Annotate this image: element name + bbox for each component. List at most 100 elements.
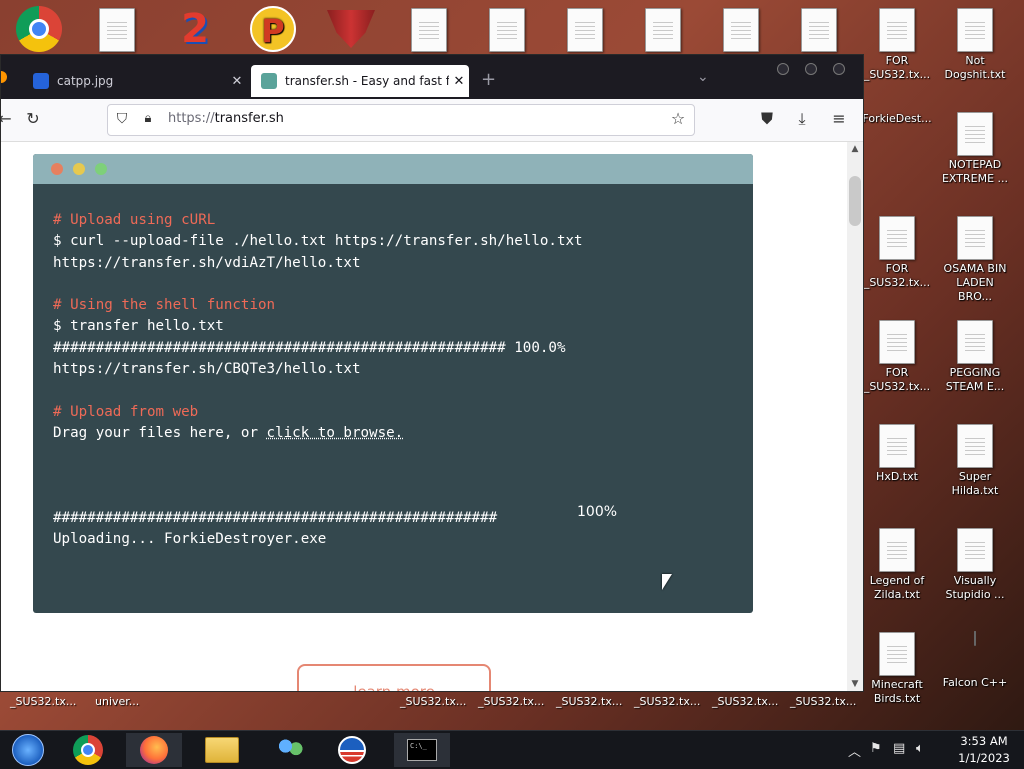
desktop-icon-label: Super Hilda.txt <box>951 470 999 497</box>
text-file-icon <box>957 112 993 156</box>
tab-transfer-sh[interactable]: transfer.sh - Easy and fast file ✕ <box>251 65 469 97</box>
desktop-icon-label: FOR _SUS32.tx... <box>863 54 931 81</box>
url-bar[interactable]: ⛉ 🔒︎ https://transfer.sh ☆ <box>107 104 695 136</box>
terminal-red-dot <box>51 163 63 175</box>
desktop-file-visually-stupidio[interactable]: Visually Stupidio ... <box>940 528 1010 602</box>
desktop-file-for-sus32-2[interactable]: FOR _SUS32.tx... <box>862 216 932 290</box>
text-file-icon[interactable] <box>784 8 854 54</box>
text-file-icon[interactable] <box>706 8 776 54</box>
text-file-icon <box>957 320 993 364</box>
text-file-icon <box>879 320 915 364</box>
text-file-icon[interactable] <box>550 8 620 54</box>
show-hidden-icons-chevron[interactable]: ︿ <box>848 741 861 760</box>
desktop-file-not-dogshit[interactable]: Not Dogshit.txt <box>940 8 1010 82</box>
text-file-icon[interactable] <box>472 8 542 54</box>
obama-logo-icon <box>338 736 366 764</box>
taskbar-people[interactable] <box>262 733 318 767</box>
terminal-yellow-dot <box>73 163 85 175</box>
number-2-icon[interactable]: 2 <box>160 6 230 54</box>
back-arrow-icon[interactable]: ← <box>1 109 15 129</box>
desktop-file-for-sus32-3[interactable]: FOR _SUS32.tx... <box>862 320 932 394</box>
scroll-down-icon[interactable]: ▼ <box>847 679 863 689</box>
tab-catpp[interactable]: catpp.jpg ✕ <box>23 65 247 97</box>
desktop-file-osama[interactable]: OSAMA BIN LADEN BRO... <box>940 216 1010 304</box>
desktop-icon-label[interactable]: _SUS32.tx... <box>634 695 700 708</box>
desktop-icon-label[interactable]: univer... <box>95 695 139 708</box>
list-tabs-chevron-icon[interactable]: ⌄ <box>697 69 709 85</box>
text-file-icon[interactable] <box>628 8 698 54</box>
terminal-line: ########################################… <box>53 339 566 356</box>
desktop-file-for-sus32-1[interactable]: FOR _SUS32.tx... <box>862 8 932 82</box>
text-file-icon <box>957 8 993 52</box>
scroll-up-icon[interactable]: ▲ <box>847 144 863 154</box>
download-icon[interactable]: ⤓ <box>792 109 812 129</box>
browse-link[interactable]: click to browse. <box>267 425 404 441</box>
start-button[interactable] <box>0 733 56 767</box>
taskbar-command-prompt[interactable]: C:\_ <box>394 733 450 767</box>
desktop-file-legend-of-zilda[interactable]: Legend of Zilda.txt <box>862 528 932 602</box>
taskbar-obama-app[interactable] <box>324 733 380 767</box>
scrollbar-thumb[interactable] <box>849 176 861 226</box>
desktop-icon-label: Visually Stupidio ... <box>945 574 1005 601</box>
desktop-icon-label[interactable]: _SUS32.tx... <box>400 695 466 708</box>
reload-icon[interactable]: ↻ <box>23 109 43 129</box>
desktop-icon-label[interactable]: _SUS32.tx... <box>10 695 76 708</box>
text-file-icon[interactable] <box>394 8 464 54</box>
new-tab-button[interactable]: + <box>481 69 496 90</box>
desktop-recycle-bin[interactable]: Falcon C++ <box>940 631 1010 690</box>
volume-icon[interactable]: 🔈︎ <box>916 741 924 756</box>
pocket-icon[interactable]: ⛊ <box>757 109 777 129</box>
close-window-button[interactable] <box>833 63 845 75</box>
desktop-file-notepad-extreme[interactable]: NOTEPAD EXTREME ... <box>940 112 1010 186</box>
desktop-icon-label: Legend of Zilda.txt <box>869 574 925 601</box>
minimize-button[interactable] <box>777 63 789 75</box>
desktop-icon-label: Not Dogshit.txt <box>944 54 1006 81</box>
maximize-button[interactable] <box>805 63 817 75</box>
desktop-icon-label[interactable]: _SUS32.tx... <box>790 695 856 708</box>
clock-time: 3:53 AM <box>960 734 1008 748</box>
menu-hamburger-icon[interactable]: ≡ <box>829 109 849 129</box>
shield-icon[interactable]: ⛉ <box>112 109 132 129</box>
desktop-icon-label[interactable]: _SUS32.tx... <box>712 695 778 708</box>
firefox-icon <box>140 736 168 764</box>
desktop-file-super-hilda[interactable]: Super Hilda.txt <box>940 424 1010 498</box>
file-explorer-icon <box>205 737 239 763</box>
terminal-spacer: ​ <box>53 466 583 487</box>
close-tab-icon[interactable]: ✕ <box>227 74 247 89</box>
text-file-icon <box>879 8 915 52</box>
p-icon[interactable]: P <box>238 6 308 54</box>
taskbar-firefox[interactable] <box>126 733 182 767</box>
desktop-icon-label[interactable]: _SUS32.tx... <box>556 695 622 708</box>
text-file-icon[interactable] <box>82 8 152 54</box>
desktop-file-minecraft-birds[interactable]: Minecraft Birds.txt <box>862 632 932 706</box>
action-center-flag-icon[interactable]: ⚑ <box>870 741 882 756</box>
desktop-icon-label: Falcon C++ <box>942 676 1008 689</box>
desktop-file-forkiedestroyer[interactable]: ForkieDest... <box>862 112 932 126</box>
taskbar-chrome[interactable] <box>60 733 116 767</box>
dropbox-icon <box>33 73 49 89</box>
terminal-line: # Upload from web <box>53 403 199 420</box>
people-icon <box>275 737 305 763</box>
tab-strip: catpp.jpg ✕ transfer.sh - Easy and fast … <box>1 55 863 99</box>
text-file-icon <box>879 424 915 468</box>
text-file-icon <box>957 528 993 572</box>
browser-window: catpp.jpg ✕ transfer.sh - Easy and fast … <box>0 54 864 692</box>
desktop-icon-label: ForkieDest... <box>862 112 932 125</box>
desktop-icon-label[interactable]: _SUS32.tx... <box>478 695 544 708</box>
terminal-line: ​ <box>53 380 583 401</box>
network-icon[interactable]: ▤ <box>893 741 905 756</box>
mouse-cursor <box>662 574 672 590</box>
chrome-icon[interactable] <box>4 6 74 54</box>
lock-icon[interactable]: 🔒︎ <box>138 109 158 129</box>
taskbar-file-explorer[interactable] <box>194 733 250 767</box>
learn-more-button[interactable]: learn more <box>297 664 491 691</box>
bookmark-star-icon[interactable]: ☆ <box>668 109 688 129</box>
redwing-icon[interactable] <box>316 10 386 50</box>
desktop-file-pegging-steam[interactable]: PEGGING STEAM E... <box>940 320 1010 394</box>
desktop-icon-label: NOTEPAD EXTREME ... <box>941 158 1009 185</box>
close-tab-icon[interactable]: ✕ <box>449 74 469 89</box>
chrome-icon <box>73 735 103 765</box>
page-scrollbar[interactable]: ▲ ▼ <box>847 142 863 691</box>
taskbar-clock[interactable]: 3:53 AM 1/1/2023 <box>946 733 1022 767</box>
desktop-file-hxd[interactable]: HxD.txt <box>862 424 932 484</box>
